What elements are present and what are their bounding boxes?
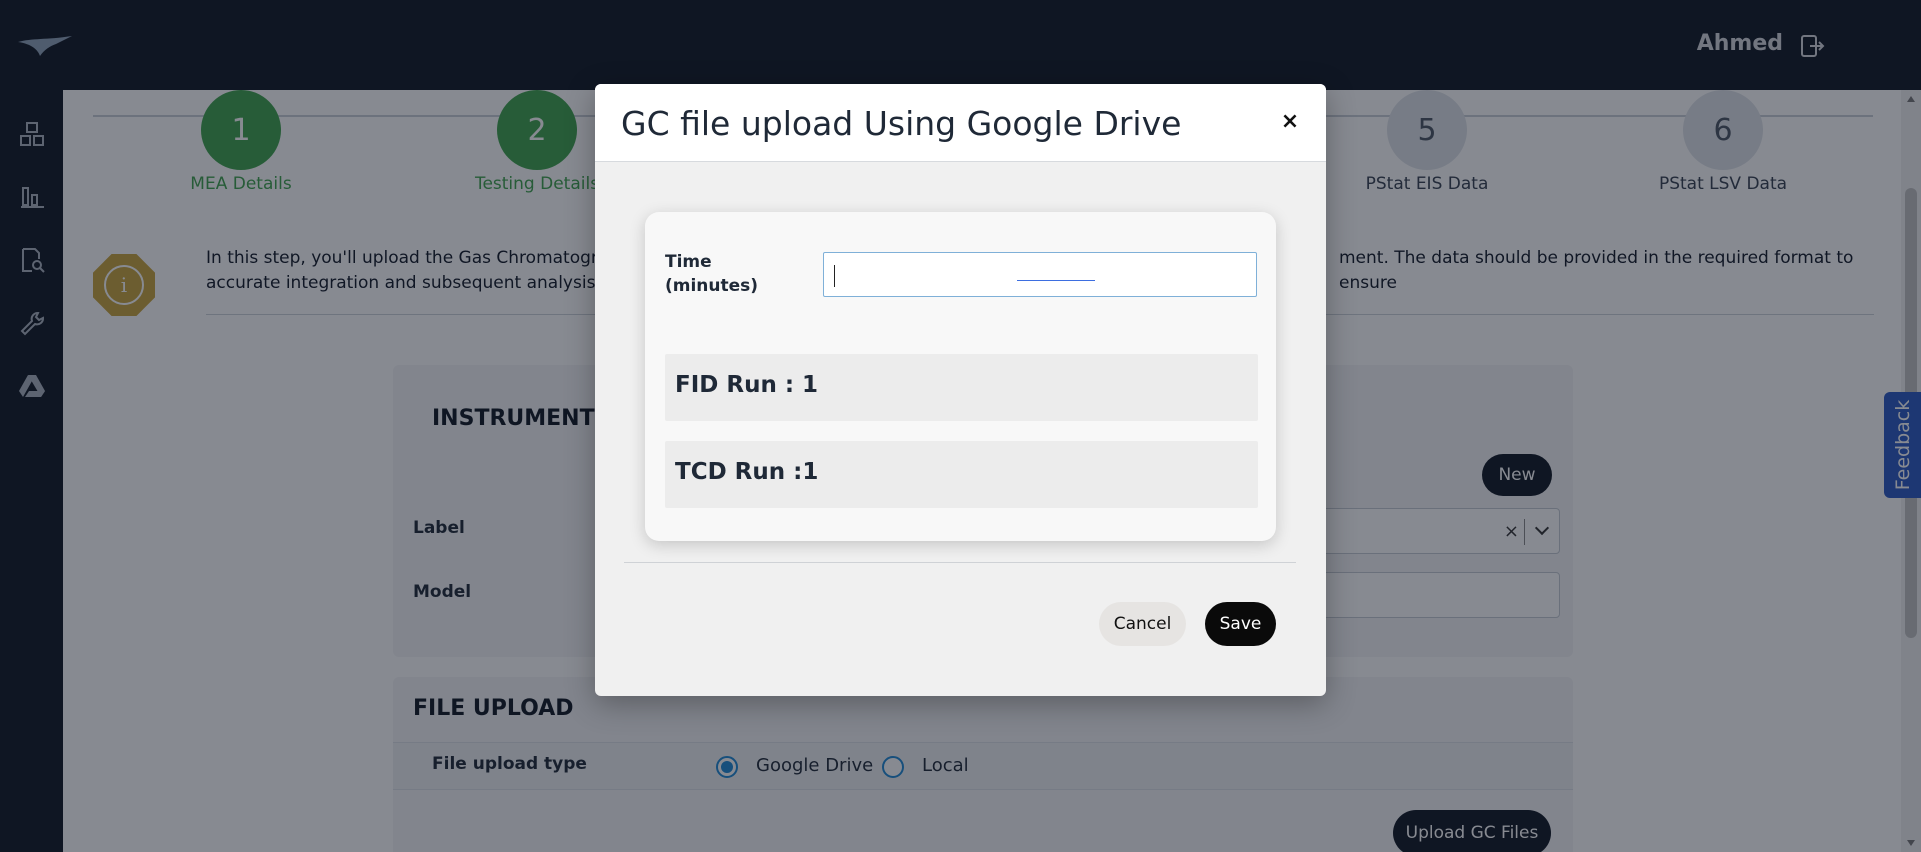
modal-divider (624, 562, 1296, 563)
text-caret (834, 265, 835, 287)
time-label: Time (minutes) (665, 252, 759, 296)
modal-title: GC file upload Using Google Drive (621, 104, 1182, 143)
save-button[interactable]: Save (1205, 602, 1276, 646)
fid-run-label: FID Run : 1 (675, 372, 819, 398)
gc-run-card: Time (minutes) FID Run : 1 TCD Run :1 (645, 212, 1276, 541)
input-underline-hint (1017, 280, 1095, 281)
tcd-run-row[interactable]: TCD Run :1 (665, 441, 1258, 508)
close-icon[interactable]: × (1279, 109, 1301, 134)
gc-upload-modal: GC file upload Using Google Drive × Time… (595, 84, 1326, 696)
time-input[interactable] (823, 252, 1257, 297)
tcd-run-label: TCD Run :1 (675, 459, 819, 485)
fid-run-row[interactable]: FID Run : 1 (665, 354, 1258, 421)
modal-header: GC file upload Using Google Drive × (595, 84, 1326, 162)
cancel-button[interactable]: Cancel (1099, 602, 1186, 646)
